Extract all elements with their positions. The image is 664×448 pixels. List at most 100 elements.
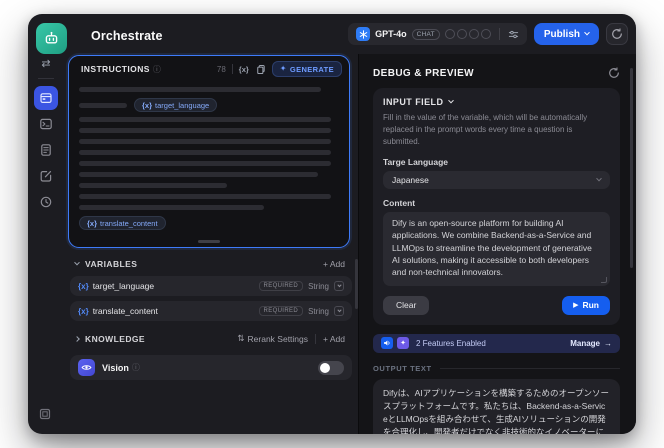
skeleton-line: [79, 172, 319, 177]
annotation-icon: [40, 171, 52, 182]
chevron-down-icon: [584, 29, 590, 36]
variable-type: String: [308, 281, 329, 291]
run-button[interactable]: ▶ Run: [562, 295, 610, 315]
char-count: 78: [216, 64, 226, 74]
variable-name: translate_content: [92, 306, 158, 316]
terminal-icon: [40, 118, 52, 130]
publish-button[interactable]: Publish: [533, 23, 599, 45]
variable-name: target_language: [92, 281, 155, 291]
variable-chip[interactable]: {x} translate_content: [79, 216, 166, 230]
model-params-icon[interactable]: [508, 29, 519, 40]
variable-chip-label: target_language: [155, 100, 210, 110]
back-to-apps-icon[interactable]: ⇄: [41, 59, 50, 70]
skeleton-line: [79, 117, 332, 122]
refresh-icon: [609, 67, 619, 78]
debug-preview-panel: DEBUG & PREVIEW INPUT FIELD Fill in the …: [358, 54, 636, 434]
toggle-knob: [320, 362, 330, 373]
skeleton-line: [79, 128, 332, 133]
required-badge: REQUIRED: [258, 306, 304, 316]
sparkle-icon: ✦: [279, 64, 287, 73]
language-field-label: Targe Language: [383, 157, 449, 167]
divider: [439, 367, 620, 369]
manage-features-link[interactable]: Manage →: [570, 339, 612, 348]
variable-row[interactable]: {x} target_language REQUIRED String: [70, 276, 352, 296]
variable-token: {x}: [78, 281, 89, 291]
vision-eye-icon: [78, 359, 95, 376]
play-icon: ▶: [573, 301, 579, 309]
instructions-editor[interactable]: INSTRUCTIONS ⓘ 78 {x} ✦ GENERATE {x} tar…: [68, 55, 350, 248]
chevron-down-icon: [74, 259, 80, 265]
instructions-title: INSTRUCTIONS: [81, 64, 150, 74]
skeleton-line: [79, 139, 332, 144]
variable-settings-icon[interactable]: [334, 306, 344, 316]
publish-label: Publish: [543, 28, 580, 40]
generate-button[interactable]: ✦ GENERATE: [271, 61, 342, 77]
collapse-panel-button[interactable]: [39, 407, 51, 425]
restart-button[interactable]: [608, 67, 620, 79]
skeleton-line: [79, 87, 321, 92]
skeleton-line: [79, 183, 228, 188]
resize-handle[interactable]: [198, 240, 220, 243]
sidebar-item-annotations[interactable]: [34, 164, 58, 188]
capability-icon: [444, 29, 455, 39]
robot-icon: [45, 31, 58, 44]
features-bar[interactable]: ✦ 2 Features Enabled Manage →: [373, 333, 620, 353]
rerank-settings-button[interactable]: ⇅ Rerank Settings: [237, 333, 308, 344]
skeleton-line: [79, 161, 332, 166]
manage-label: Manage: [570, 338, 600, 348]
skeleton-line: [79, 205, 264, 210]
sidebar-item-logs[interactable]: [34, 138, 58, 162]
variables-section-header[interactable]: VARIABLES + Add: [64, 256, 358, 271]
history-icon: [612, 28, 622, 39]
skeleton-line: [79, 102, 127, 108]
sidebar-item-api[interactable]: [34, 112, 58, 136]
knowledge-title: KNOWLEDGE: [85, 333, 146, 344]
capability-icon: [480, 29, 491, 39]
language-select[interactable]: Japanese: [383, 171, 610, 189]
output-card: Difyは、AIアプリケーションを構築するためのオープンソースプラットフォームで…: [373, 378, 620, 434]
chevron-right-icon: [74, 335, 80, 342]
clock-icon: [40, 196, 52, 208]
vision-toggle[interactable]: [318, 360, 344, 375]
chevron-down-icon: [448, 97, 455, 104]
right-scrollbar-thumb[interactable]: [630, 68, 633, 268]
divider: [38, 78, 54, 79]
sidebar: ⇄: [28, 54, 64, 434]
sidebar-item-monitoring[interactable]: [34, 190, 58, 214]
resize-handle[interactable]: [601, 276, 607, 283]
sidebar-item-orchestrate[interactable]: [34, 86, 58, 110]
openai-model-icon: [356, 27, 371, 41]
variable-row[interactable]: {x} translate_content REQUIRED String: [70, 301, 352, 321]
input-field-description: Fill in the value of the variable, which…: [383, 113, 588, 146]
rerank-icon: ⇅: [237, 333, 245, 343]
variable-token: {x}: [142, 100, 153, 110]
model-selector[interactable]: GPT-4o CHAT: [348, 23, 527, 45]
vision-label: Vision: [102, 362, 129, 373]
add-variable-button[interactable]: + Add: [323, 259, 345, 269]
generate-label: GENERATE: [289, 64, 334, 74]
output-text-title: OUTPUT TEXT: [373, 363, 432, 373]
add-knowledge-button[interactable]: + Add: [323, 334, 345, 344]
copy-icon[interactable]: [255, 64, 266, 75]
knowledge-section-header[interactable]: KNOWLEDGE ⇅ Rerank Settings + Add: [64, 331, 358, 346]
variable-token: {x}: [78, 306, 89, 316]
document-icon: [41, 144, 51, 156]
model-name: GPT-4o: [375, 29, 407, 39]
content-textarea[interactable]: Dify is an open-source platform for buil…: [383, 212, 610, 286]
info-icon: ⓘ: [152, 64, 161, 74]
more-like-this-feature-icon: ✦: [397, 337, 409, 350]
capability-icon: [456, 29, 467, 39]
variable-settings-icon[interactable]: [334, 281, 344, 291]
language-select-value: Japanese: [392, 175, 429, 185]
insert-variable-icon[interactable]: {x}: [239, 65, 249, 74]
text-to-speech-feature-icon: [381, 337, 393, 350]
vision-feature-row[interactable]: Vision ⓘ: [70, 355, 352, 380]
clear-button[interactable]: Clear: [383, 295, 430, 315]
app-logo[interactable]: [36, 23, 67, 54]
input-field-card: INPUT FIELD Fill in the value of the var…: [373, 88, 620, 325]
variables-title: VARIABLES: [85, 258, 138, 269]
version-history-button[interactable]: [606, 23, 628, 45]
expand-icon: [39, 408, 51, 420]
input-field-header[interactable]: INPUT FIELD: [383, 97, 610, 107]
variable-chip[interactable]: {x} target_language: [134, 98, 218, 112]
